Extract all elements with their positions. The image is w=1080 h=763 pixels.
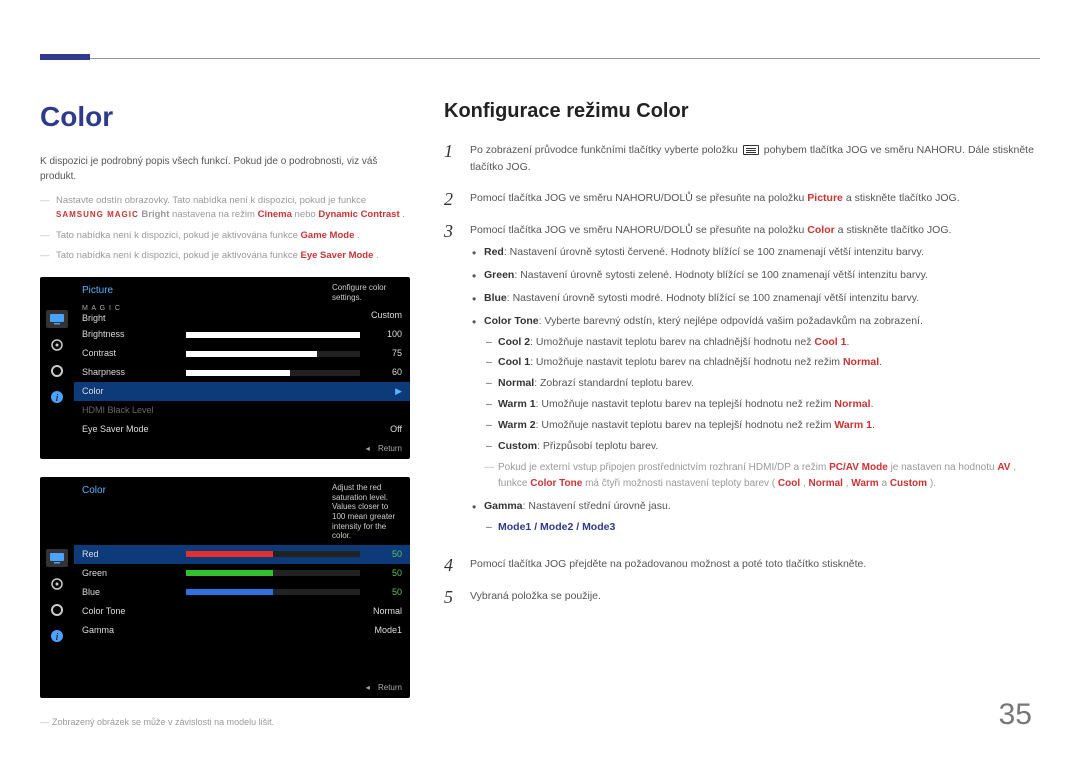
info-icon: i: [46, 627, 68, 645]
monitor-icon: [46, 549, 68, 567]
header-rule: [40, 58, 1040, 59]
section-title: Color: [40, 96, 410, 138]
osd-color-menu: Color Adjust the red saturation level. V…: [40, 477, 410, 698]
osd2-sidebar: i: [40, 545, 74, 678]
tone-cool2: Cool 2: Umožňuje nastavit teplotu barev …: [484, 334, 1040, 351]
configuration-steps: 1 Po zobrazení průvodce funkčními tlačít…: [444, 142, 1040, 606]
step-4: 4 Pomocí tlačítka JOG přejděte na požado…: [444, 556, 1040, 574]
page-number: 35: [999, 692, 1032, 737]
target-icon: [46, 336, 68, 354]
note-3: Tato nabídka není k dispozici, pokud je …: [40, 249, 410, 263]
intro-text: K dispozici je podrobný popis všech funk…: [40, 154, 410, 184]
osd2-row-blue: Blue 50: [74, 583, 410, 602]
chevron-right-icon: ▶: [395, 385, 402, 399]
osd1-sidebar: i: [40, 306, 74, 439]
osd1-row-eyesaver: Eye Saver Mode Off: [74, 420, 410, 439]
bullet-blue: Blue: Nastavení úrovně sytosti modré. Ho…: [470, 290, 1040, 307]
osd2-row-red: Red 50: [74, 545, 410, 564]
availability-notes: Nastavte odstín obrazovky. Tato nabídka …: [40, 194, 410, 263]
step-3: 3 Pomocí tlačítka JOG ve směru NAHORU/DO…: [444, 222, 1040, 542]
tone-warm2: Warm 2: Umožňuje nastavit teplotu barev …: [484, 417, 1040, 434]
osd2-title: Color: [82, 483, 106, 541]
osd2-footer: ◂ Return: [40, 678, 410, 698]
tone-normal: Normal: Zobrazí standardní teplotu barev…: [484, 375, 1040, 392]
osd2-row-gamma: Gamma Mode1: [74, 621, 410, 640]
gear-icon: [46, 601, 68, 619]
target-icon: [46, 575, 68, 593]
samsung-magic-label: SAMSUNG MAGIC: [56, 210, 139, 219]
osd1-row-sharpness: Sharpness 60: [74, 363, 410, 382]
osd1-row-contrast: Contrast 75: [74, 344, 410, 363]
bullet-gamma: Gamma: Nastavení střední úrovně jasu. Mo…: [470, 498, 1040, 536]
pcav-note: Pokud je externí vstup připojen prostřed…: [484, 460, 1040, 492]
right-column: Konfigurace režimu Color 1 Po zobrazení …: [444, 96, 1040, 729]
osd1-title: Picture: [82, 283, 113, 302]
gear-icon: [46, 362, 68, 380]
monitor-icon: [46, 310, 68, 328]
osd1-row-hdmi: HDMI Black Level: [74, 401, 410, 420]
triangle-left-icon: ◂: [366, 682, 370, 694]
triangle-left-icon: ◂: [366, 443, 370, 455]
step-5: 5 Vybraná položka se použije.: [444, 588, 1040, 606]
tone-warm1: Warm 1: Umožňuje nastavit teplotu barev …: [484, 396, 1040, 413]
step-2: 2 Pomocí tlačítka JOG ve směru NAHORU/DO…: [444, 190, 1040, 208]
osd1-hint: Configure color settings.: [332, 283, 402, 302]
menu-icon: [743, 145, 759, 155]
step-1: 1 Po zobrazení průvodce funkčními tlačít…: [444, 142, 1040, 176]
osd1-row-brightness: Brightness 100: [74, 325, 410, 344]
left-column: Color K dispozici je podrobný popis všec…: [40, 96, 410, 729]
osd1-footer: ◂ Return: [40, 439, 410, 459]
note-1: Nastavte odstín obrazovky. Tato nabídka …: [40, 194, 410, 223]
svg-text:i: i: [56, 632, 59, 643]
model-disclaimer: Zobrazený obrázek se může v závislosti n…: [40, 716, 410, 730]
osd2-row-colortone: Color Tone Normal: [74, 602, 410, 621]
svg-text:i: i: [56, 393, 59, 404]
subsection-title: Konfigurace režimu Color: [444, 96, 1040, 126]
tone-cool1: Cool 1: Umožňuje nastavit teplotu barev …: [484, 354, 1040, 371]
note-2: Tato nabídka není k dispozici, pokud je …: [40, 229, 410, 243]
info-icon: i: [46, 388, 68, 406]
gamma-modes: Mode1 / Mode2 / Mode3: [484, 519, 1040, 536]
bullet-red: Red: Nastavení úrovně sytosti červené. H…: [470, 244, 1040, 261]
osd1-row-magicbright: M A G I CBright Custom: [74, 306, 410, 325]
bullet-colortone: Color Tone: Vyberte barevný odstín, kter…: [470, 313, 1040, 493]
osd1-row-color: Color ▶: [74, 382, 410, 401]
osd2-row-green: Green 50: [74, 564, 410, 583]
bullet-green: Green: Nastavení úrovně sytosti zelené. …: [470, 267, 1040, 284]
header-accent: [40, 54, 90, 60]
tone-custom: Custom: Přizpůsobí teplotu barev.: [484, 438, 1040, 455]
osd2-hint: Adjust the red saturation level. Values …: [332, 483, 402, 541]
osd-picture-menu: Picture Configure color settings. i M A …: [40, 277, 410, 459]
